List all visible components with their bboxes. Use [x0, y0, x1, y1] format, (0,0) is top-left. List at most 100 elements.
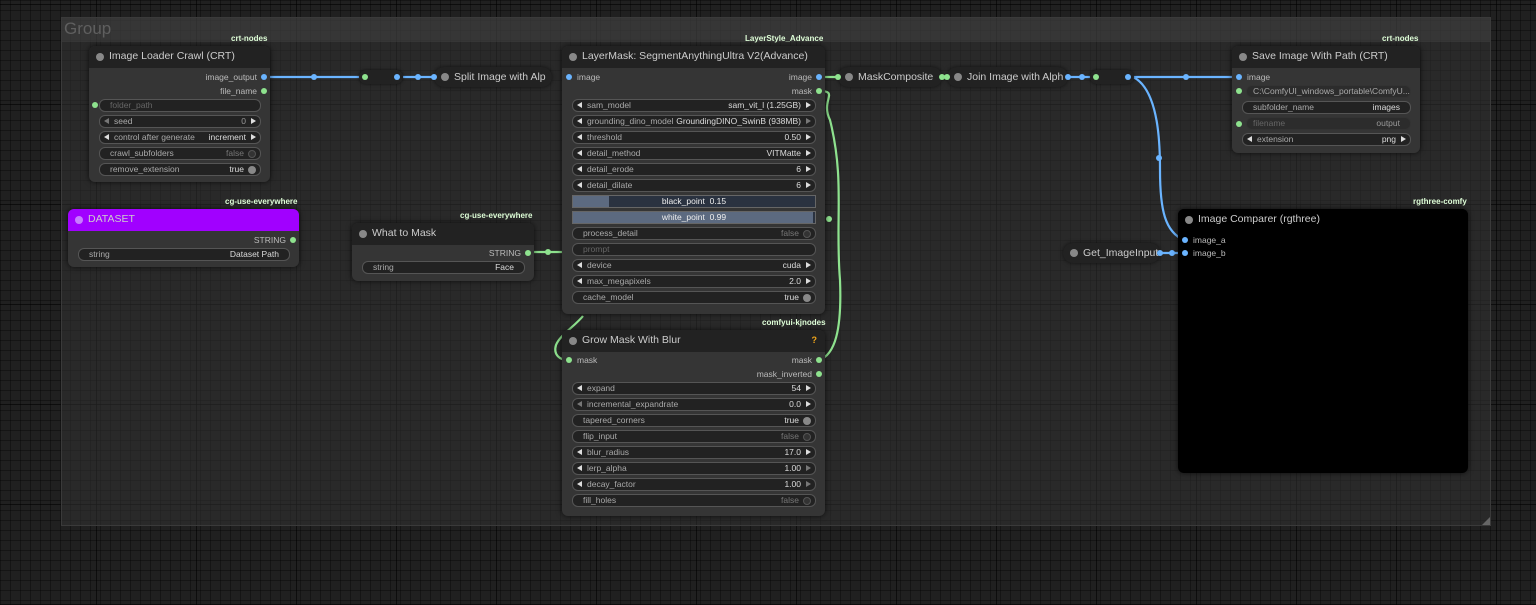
increment-arrow-icon[interactable] [806, 166, 811, 172]
help-icon[interactable]: ? [812, 335, 818, 345]
reroute-node[interactable] [359, 70, 403, 84]
output-pin-icon[interactable] [1125, 74, 1131, 80]
decay-factor-stepper[interactable]: decay_factor 1.00 [572, 478, 816, 491]
decrement-arrow-icon[interactable] [577, 134, 582, 140]
input-slot-image[interactable]: image [566, 72, 600, 82]
increment-arrow-icon[interactable] [806, 278, 811, 284]
seed-stepper[interactable]: seed 0 [99, 115, 261, 128]
sam-model-combo[interactable]: sam_model sam_vit_l (1.25GB) [572, 99, 816, 112]
subfolder-name-field[interactable]: subfolder_name images [1242, 101, 1411, 114]
increment-arrow-icon[interactable] [806, 385, 811, 391]
input-slot-image-b[interactable]: image_b [1182, 248, 1226, 258]
input-pin-icon[interactable] [1236, 88, 1242, 94]
max-megapixels-stepper[interactable]: max_megapixels 2.0 [572, 275, 816, 288]
node-title-bar[interactable]: Image Comparer (rgthree) [1178, 209, 1468, 231]
what-to-mask-node[interactable]: What to Mask STRING string Face [352, 223, 534, 281]
device-combo[interactable]: device cuda [572, 259, 816, 272]
collapse-dot-icon[interactable] [96, 53, 104, 61]
decrement-arrow-icon[interactable] [104, 118, 109, 124]
output-pin-icon[interactable] [816, 74, 822, 80]
grow-mask-node[interactable]: Grow Mask With Blur ? mask mask mask_inv… [562, 330, 825, 516]
detail-dilate-stepper[interactable]: detail_dilate 6 [572, 179, 816, 192]
control-after-generate-combo[interactable]: control after generate increment [99, 131, 261, 144]
input-pin-icon[interactable] [835, 74, 841, 80]
collapse-dot-icon[interactable] [845, 73, 853, 81]
input-slot-image-a[interactable]: image_a [1182, 235, 1226, 245]
output-pin-icon[interactable] [816, 371, 822, 377]
input-slot-image[interactable]: image [1236, 72, 1270, 82]
cache-model-toggle[interactable]: cache_model true [572, 291, 816, 304]
decrement-arrow-icon[interactable] [577, 481, 582, 487]
collapse-dot-icon[interactable] [954, 73, 962, 81]
threshold-stepper[interactable]: threshold 0.50 [572, 131, 816, 144]
segment-anything-node[interactable]: LayerMask: SegmentAnythingUltra V2(Advan… [562, 46, 825, 314]
decrement-arrow-icon[interactable] [577, 166, 582, 172]
fill-holes-toggle[interactable]: fill_holes false [572, 494, 816, 507]
split-image-node[interactable]: Split Image with Alp [431, 67, 552, 87]
output-slot-string[interactable]: STRING [254, 235, 296, 245]
blur-radius-stepper[interactable]: blur_radius 17.0 [572, 446, 816, 459]
reroute-node[interactable] [1090, 70, 1134, 84]
increment-arrow-icon[interactable] [251, 118, 256, 124]
next-arrow-icon[interactable] [806, 102, 811, 108]
increment-arrow-icon[interactable] [806, 449, 811, 455]
output-pin-icon[interactable] [816, 88, 822, 94]
flip-input-toggle[interactable]: flip_input false [572, 430, 816, 443]
collapse-dot-icon[interactable] [441, 73, 449, 81]
output-pin-icon[interactable] [525, 250, 531, 256]
input-pin-icon[interactable] [1182, 250, 1188, 256]
collapse-dot-icon[interactable] [569, 337, 577, 345]
detail-erode-stepper[interactable]: detail_erode 6 [572, 163, 816, 176]
collapse-dot-icon[interactable] [1070, 249, 1078, 257]
detail-method-combo[interactable]: detail_method VITMatte [572, 147, 816, 160]
output-path-field[interactable]: C:\ComfyUI_windows_portable\ComfyU... [1246, 85, 1411, 98]
prev-arrow-icon[interactable] [577, 150, 582, 156]
collapse-dot-icon[interactable] [1185, 216, 1193, 224]
crawl-subfolders-toggle[interactable]: crawl_subfolders false [99, 147, 261, 160]
next-arrow-icon[interactable] [806, 262, 811, 268]
input-pin-icon[interactable] [362, 74, 368, 80]
node-title-bar[interactable]: Image Loader Crawl (CRT) [89, 46, 270, 68]
output-slot-image[interactable]: image_output [205, 72, 267, 82]
node-title-bar[interactable]: Grow Mask With Blur ? [562, 330, 825, 352]
collapse-dot-icon[interactable] [569, 53, 577, 61]
black-point-slider[interactable]: black_point 0.15 [572, 195, 816, 208]
output-pin-icon[interactable] [394, 74, 400, 80]
join-image-node[interactable]: Join Image with Alph [944, 67, 1071, 87]
input-slot-mask[interactable]: mask [566, 355, 597, 365]
input-pin-icon[interactable] [431, 74, 437, 80]
grounding-dino-combo[interactable]: grounding_dino_model GroundingDINO_SwinB … [572, 115, 816, 128]
next-arrow-icon[interactable] [806, 150, 811, 156]
prev-arrow-icon[interactable] [577, 262, 582, 268]
node-title-bar[interactable]: LayerMask: SegmentAnythingUltra V2(Advan… [562, 46, 825, 68]
image-loader-node[interactable]: Image Loader Crawl (CRT) image_output fi… [89, 46, 270, 182]
increment-arrow-icon[interactable] [806, 481, 811, 487]
increment-arrow-icon[interactable] [806, 465, 811, 471]
next-arrow-icon[interactable] [806, 118, 811, 124]
input-pin-icon[interactable] [1182, 237, 1188, 243]
decrement-arrow-icon[interactable] [577, 182, 582, 188]
incremental-expandrate-stepper[interactable]: incremental_expandrate 0.0 [572, 398, 816, 411]
output-slot-image[interactable]: image [789, 72, 822, 82]
output-pin-icon[interactable] [1157, 250, 1163, 256]
prompt-field[interactable]: prompt [572, 243, 816, 256]
output-slot-mask[interactable]: mask [792, 86, 822, 96]
extension-combo[interactable]: extension png [1242, 133, 1411, 146]
increment-arrow-icon[interactable] [806, 134, 811, 140]
remove-extension-toggle[interactable]: remove_extension true [99, 163, 261, 176]
output-slot-mask[interactable]: mask [792, 355, 822, 365]
expand-stepper[interactable]: expand 54 [572, 382, 816, 395]
decrement-arrow-icon[interactable] [577, 465, 582, 471]
input-pin-icon[interactable] [566, 357, 572, 363]
filename-field[interactable]: filename output [1246, 117, 1411, 130]
lerp-alpha-stepper[interactable]: lerp_alpha 1.00 [572, 462, 816, 475]
next-arrow-icon[interactable] [251, 134, 256, 140]
collapse-dot-icon[interactable] [359, 230, 367, 238]
white-point-slider[interactable]: white_point 0.99 [572, 211, 816, 224]
input-pin-icon[interactable] [944, 74, 950, 80]
output-pin-icon[interactable] [261, 74, 267, 80]
collapse-dot-icon[interactable] [1239, 53, 1247, 61]
output-slot-mask-inverted[interactable]: mask_inverted [757, 369, 822, 379]
save-image-node[interactable]: Save Image With Path (CRT) image C:\Comf… [1232, 46, 1420, 153]
output-slot-file-name[interactable]: file_name [220, 86, 267, 96]
